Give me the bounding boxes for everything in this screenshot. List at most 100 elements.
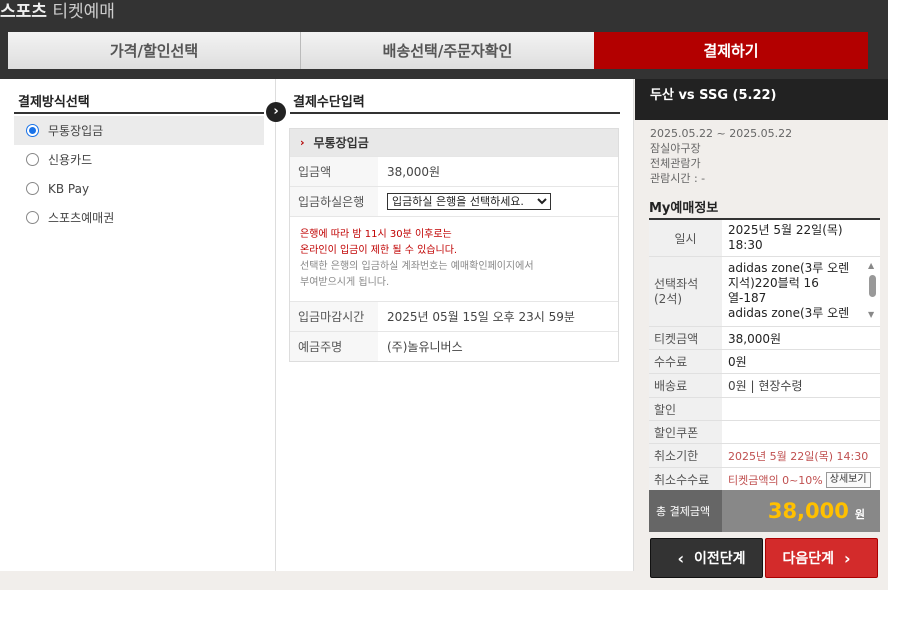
delivery-label: 배송료 <box>649 374 722 397</box>
bank-row: 입금하실은행 입금하실 은행을 선택하세요. <box>290 186 618 216</box>
deadline-label: 입금마감시간 <box>290 302 378 331</box>
seat-label: 선택좌석 (2석) <box>649 257 722 326</box>
bank-transfer-header: › 무통장입금 <box>290 129 618 156</box>
bank-label: 입금하실은행 <box>290 187 378 216</box>
table-row: 취소수수료 티켓금액의 0~10% 상세보기 <box>649 468 880 492</box>
scroll-down-icon[interactable]: ▼ <box>868 310 874 319</box>
table-row: 선택좌석 (2석) adidas zone(3루 오렌 지석)220블럭 16 … <box>649 257 880 327</box>
next-step-label: 다음단계 <box>782 551 834 567</box>
bank-select[interactable]: 입금하실 은행을 선택하세요. <box>387 193 551 210</box>
game-info: 2025.05.22 ~ 2025.05.22 잠실야구장 전체관람가 관람시간… <box>650 126 792 186</box>
scroll-thumb[interactable] <box>869 275 876 297</box>
table-row: 할인쿠폰 <box>649 421 880 444</box>
next-step-button[interactable]: 다음단계 › <box>765 538 878 578</box>
discount-label: 할인 <box>649 398 722 420</box>
deadline-row: 입금마감시간 2025년 05월 15일 오후 23시 59분 <box>290 301 618 331</box>
seat-line: adidas zone(3루 오렌 <box>728 306 850 320</box>
chevron-right-icon: › <box>843 548 851 568</box>
payment-option-sports-voucher[interactable]: 스포츠예매권 <box>14 203 264 232</box>
total-label: 총 결제금액 <box>649 490 722 532</box>
chevron-right-icon: › <box>300 136 305 149</box>
table-row: 취소기한 2025년 5월 22일(목) 14:30 <box>649 444 880 468</box>
radio-icon[interactable] <box>26 211 39 224</box>
notice-text: 온라인이 입금이 제한 될 수 있습니다. <box>300 245 458 256</box>
brand-title: 스포츠 티켓예매 <box>0 2 115 22</box>
bank-notice: 은행에 따라 밤 11시 30분 이후로는 온라인이 입금이 제한 될 수 있습… <box>290 216 618 301</box>
table-row: 일시 2025년 5월 22일(목) 18:30 <box>649 220 880 257</box>
total-unit: 원 <box>854 508 865 521</box>
date-value: 2025년 5월 22일(목) 18:30 <box>722 220 880 256</box>
depositor-value: (주)놀유니버스 <box>387 340 463 354</box>
ticket-price-value: 38,000원 <box>728 331 782 346</box>
cancel-fee-value: 티켓금액의 0~10% 상세보기 <box>722 468 880 491</box>
rating: 전체관람가 <box>650 157 701 170</box>
table-row: 배송료 0원 | 현장수령 <box>649 374 880 398</box>
bank-transfer-box: › 무통장입금 입금액 38,000원 입금하실은행 입금하실 은행을 선택하세… <box>289 128 619 362</box>
amount-label: 입금액 <box>290 157 378 186</box>
payment-option-label: 신용카드 <box>48 153 93 167</box>
divider <box>290 112 620 114</box>
payment-option-kb-pay[interactable]: KB Pay <box>14 174 264 203</box>
divider <box>14 112 264 114</box>
payment-option-credit-card[interactable]: 신용카드 <box>14 145 264 174</box>
prev-step-label: 이전단계 <box>694 551 746 567</box>
total-amount: 총 결제금액 38,000 원 <box>649 490 880 532</box>
venue: 잠실야구장 <box>650 142 701 155</box>
game-title: 두산 vs SSG (5.22) <box>635 79 888 120</box>
total-value: 38,000 원 <box>722 490 880 532</box>
seat-scrollbar[interactable]: ▲ ▼ <box>868 261 877 319</box>
depositor-label: 예금주명 <box>290 332 378 361</box>
scroll-up-icon[interactable]: ▲ <box>868 261 874 270</box>
seat-line: 열-187 <box>728 291 767 305</box>
payment-option-label: KB Pay <box>48 181 90 196</box>
step-tab-payment[interactable]: 결제하기 <box>594 32 868 69</box>
discount-value <box>722 398 880 420</box>
booking-summary-panel: 두산 vs SSG (5.22) 2025.05.22 ~ 2025.05.22… <box>635 79 888 590</box>
radio-selected-icon[interactable] <box>26 124 39 137</box>
notice-text: 은행에 따라 밤 11시 30분 이후로는 <box>300 229 452 240</box>
box-title: 무통장입금 <box>313 136 369 150</box>
cancel-fee-label: 취소수수료 <box>649 468 722 491</box>
seat-line: 지석)220블럭 16 <box>728 276 819 290</box>
date-label: 일시 <box>649 220 722 256</box>
chevron-right-icon: › <box>266 102 286 122</box>
content-area: 결제방식선택 무통장입금 신용카드 KB Pay 스포츠예매권 › 결제수단입력 <box>0 79 888 590</box>
amount-row: 입금액 38,000원 <box>290 156 618 186</box>
cancel-deadline-label: 취소기한 <box>649 444 722 467</box>
payment-method-title: 결제방식선택 <box>18 95 90 110</box>
deadline-value: 2025년 05월 15일 오후 23시 59분 <box>387 310 575 324</box>
time-line: 18:30 <box>728 238 763 252</box>
booking-info-table: 일시 2025년 5월 22일(목) 18:30 선택좌석 (2석) adida… <box>649 220 880 492</box>
detail-button[interactable]: 상세보기 <box>825 471 871 488</box>
radio-icon[interactable] <box>26 182 39 195</box>
date-line: 2025년 5월 22일(목) <box>728 223 843 237</box>
radio-icon[interactable] <box>26 153 39 166</box>
payment-option-bank-transfer[interactable]: 무통장입금 <box>14 116 264 145</box>
table-row: 티켓금액 38,000원 <box>649 327 880 350</box>
payment-method-panel: 결제방식선택 무통장입금 신용카드 KB Pay 스포츠예매권 <box>0 79 276 571</box>
chevron-left-icon: ‹ <box>677 548 685 568</box>
coupon-value <box>722 421 880 443</box>
coupon-label: 할인쿠폰 <box>649 421 722 443</box>
notice-text: 부여받으시게 됩니다. <box>300 277 390 288</box>
fee-label: 수수료 <box>649 350 722 373</box>
runtime: 관람시간 : - <box>650 172 706 185</box>
seat-line: adidas zone(3루 오렌 <box>728 261 850 275</box>
payment-input-panel: 결제수단입력 › 무통장입금 입금액 38,000원 입금하실은행 입금하실 은… <box>276 79 634 571</box>
total-number: 38,000 <box>767 499 849 523</box>
payment-option-label: 무통장입금 <box>48 124 104 138</box>
table-row: 할인 <box>649 398 880 421</box>
table-row: 수수료 0원 <box>649 350 880 374</box>
prev-step-button[interactable]: ‹ 이전단계 <box>650 538 763 578</box>
top-bar: 스포츠 티켓예매 <box>0 0 888 28</box>
payment-input-title: 결제수단입력 <box>293 95 365 110</box>
amount-value: 38,000원 <box>387 165 441 179</box>
seat-label-line: 선택좌석 <box>654 276 699 291</box>
step-tab-delivery[interactable]: 배송선택/주문자확인 <box>301 32 594 69</box>
seat-count: (2석) <box>654 291 683 306</box>
date-range: 2025.05.22 ~ 2025.05.22 <box>650 127 793 140</box>
ticket-price-label: 티켓금액 <box>649 327 722 349</box>
seat-value[interactable]: adidas zone(3루 오렌 지석)220블럭 16 열-187 adid… <box>722 257 880 326</box>
cancel-deadline-value: 2025년 5월 22일(목) 14:30 <box>728 449 869 463</box>
step-tab-price[interactable]: 가격/할인선택 <box>8 32 301 69</box>
